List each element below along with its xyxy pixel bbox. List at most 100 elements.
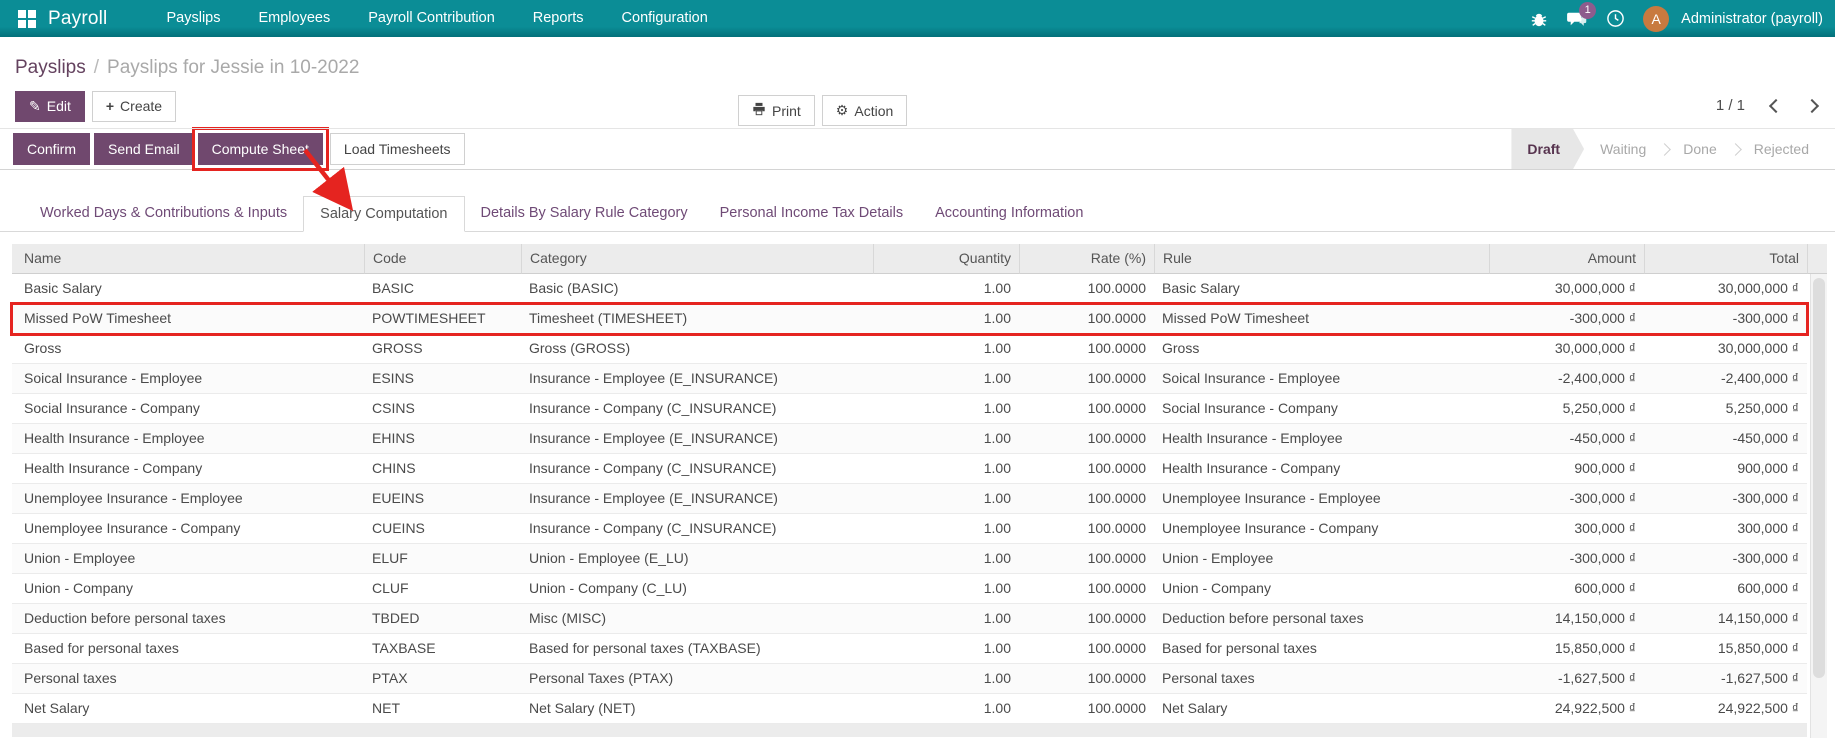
cell-amount[interactable]: 15,850,000 ₫ xyxy=(1489,634,1644,663)
column-header-category[interactable]: Category xyxy=(521,244,873,274)
cell-amount[interactable]: -450,000 ₫ xyxy=(1489,424,1644,453)
cell-rule[interactable]: Missed PoW Timesheet xyxy=(1154,304,1489,333)
create-button[interactable]: + Create xyxy=(91,90,177,122)
cell-total[interactable]: 15,850,000 ₫ xyxy=(1644,634,1807,663)
cell-category[interactable]: Insurance - Employee (E_INSURANCE) xyxy=(521,484,873,513)
cell-quantity[interactable]: 1.00 xyxy=(873,394,1019,423)
table-row[interactable]: Based for personal taxes TAXBASE Based f… xyxy=(12,634,1807,664)
column-header-total[interactable]: Total xyxy=(1644,244,1807,274)
cell-total[interactable]: 14,150,000 ₫ xyxy=(1644,604,1807,633)
worked-days-contributions-inputs-tab[interactable]: Worked Days & Contributions & Inputs xyxy=(24,196,303,231)
state-done[interactable]: Done xyxy=(1667,129,1732,169)
cell-rule[interactable]: Based for personal taxes xyxy=(1154,634,1489,663)
cell-code[interactable]: CHINS xyxy=(364,454,521,483)
cell-category[interactable]: Timesheet (TIMESHEET) xyxy=(521,304,873,333)
cell-category[interactable]: Union - Company (C_LU) xyxy=(521,574,873,603)
cell-code[interactable]: PTAX xyxy=(364,664,521,693)
pager-next-icon[interactable] xyxy=(1804,98,1820,113)
cell-total[interactable]: 300,000 ₫ xyxy=(1644,514,1807,543)
table-row[interactable]: Health Insurance - Company CHINS Insuran… xyxy=(12,454,1807,484)
menu-item-payslips[interactable]: Payslips xyxy=(147,0,239,37)
column-header-name[interactable]: Name xyxy=(12,244,364,274)
cell-amount[interactable]: 900,000 ₫ xyxy=(1489,454,1644,483)
personal-income-tax-details-tab[interactable]: Personal Income Tax Details xyxy=(704,196,920,231)
cell-rule[interactable]: Soical Insurance - Employee xyxy=(1154,364,1489,393)
cell-amount[interactable]: -300,000 ₫ xyxy=(1489,544,1644,573)
cell-quantity[interactable]: 1.00 xyxy=(873,304,1019,333)
cell-quantity[interactable]: 1.00 xyxy=(873,694,1019,723)
cell-name[interactable]: Missed PoW Timesheet xyxy=(12,304,364,333)
details-by-salary-rule-category-tab[interactable]: Details By Salary Rule Category xyxy=(465,196,704,231)
cell-name[interactable]: Union - Company xyxy=(12,574,364,603)
cell-rate[interactable]: 100.0000 xyxy=(1019,274,1154,303)
cell-total[interactable]: 30,000,000 ₫ xyxy=(1644,274,1807,303)
cell-amount[interactable]: 600,000 ₫ xyxy=(1489,574,1644,603)
cell-code[interactable]: TBDED xyxy=(364,604,521,633)
cell-name[interactable]: Unemployee Insurance - Company xyxy=(12,514,364,543)
cell-category[interactable]: Misc (MISC) xyxy=(521,604,873,633)
pager-previous-icon[interactable] xyxy=(1768,98,1784,113)
state-waiting[interactable]: Waiting xyxy=(1584,129,1662,169)
cell-amount[interactable]: 14,150,000 ₫ xyxy=(1489,604,1644,633)
cell-total[interactable]: -300,000 ₫ xyxy=(1644,484,1807,513)
cell-name[interactable]: Soical Insurance - Employee xyxy=(12,364,364,393)
cell-rule[interactable]: Personal taxes xyxy=(1154,664,1489,693)
cell-quantity[interactable]: 1.00 xyxy=(873,514,1019,543)
cell-rule[interactable]: Union - Company xyxy=(1154,574,1489,603)
cell-code[interactable]: ELUF xyxy=(364,544,521,573)
column-header-quantity[interactable]: Quantity xyxy=(873,244,1019,274)
cell-rule[interactable]: Health Insurance - Company xyxy=(1154,454,1489,483)
cell-category[interactable]: Net Salary (NET) xyxy=(521,694,873,723)
cell-name[interactable]: Personal taxes xyxy=(12,664,364,693)
cell-quantity[interactable]: 1.00 xyxy=(873,364,1019,393)
edit-button[interactable]: ✎ Edit xyxy=(15,90,85,122)
cell-code[interactable]: POWTIMESHEET xyxy=(364,304,521,333)
cell-name[interactable]: Union - Employee xyxy=(12,544,364,573)
confirm-button[interactable]: Confirm xyxy=(13,133,91,165)
cell-code[interactable]: EUEINS xyxy=(364,484,521,513)
cell-name[interactable]: Based for personal taxes xyxy=(12,634,364,663)
menu-item-employees[interactable]: Employees xyxy=(239,0,349,37)
table-row[interactable]: Soical Insurance - Employee ESINS Insura… xyxy=(12,364,1807,394)
cell-rate[interactable]: 100.0000 xyxy=(1019,484,1154,513)
cell-total[interactable]: 600,000 ₫ xyxy=(1644,574,1807,603)
cell-code[interactable]: TAXBASE xyxy=(364,634,521,663)
cell-quantity[interactable]: 1.00 xyxy=(873,334,1019,363)
cell-rate[interactable]: 100.0000 xyxy=(1019,664,1154,693)
scrollbar-thumb[interactable] xyxy=(1813,278,1825,678)
column-header-rule[interactable]: Rule xyxy=(1154,244,1489,274)
cell-rate[interactable]: 100.0000 xyxy=(1019,424,1154,453)
cell-category[interactable]: Basic (BASIC) xyxy=(521,274,873,303)
cell-quantity[interactable]: 1.00 xyxy=(873,544,1019,573)
cell-quantity[interactable]: 1.00 xyxy=(873,634,1019,663)
cell-total[interactable]: -300,000 ₫ xyxy=(1644,544,1807,573)
cell-amount[interactable]: 24,922,500 ₫ xyxy=(1489,694,1644,723)
table-row[interactable]: Basic Salary BASIC Basic (BASIC) 1.00 10… xyxy=(12,274,1807,304)
print-button[interactable]: Print xyxy=(738,95,815,126)
cell-rate[interactable]: 100.0000 xyxy=(1019,604,1154,633)
cell-total[interactable]: -300,000 ₫ xyxy=(1644,304,1807,333)
cell-rule[interactable]: Net Salary xyxy=(1154,694,1489,723)
cell-name[interactable]: Social Insurance - Company xyxy=(12,394,364,423)
cell-name[interactable]: Basic Salary xyxy=(12,274,364,303)
cell-quantity[interactable]: 1.00 xyxy=(873,424,1019,453)
cell-rule[interactable]: Deduction before personal taxes xyxy=(1154,604,1489,633)
cell-total[interactable]: 900,000 ₫ xyxy=(1644,454,1807,483)
cell-code[interactable]: EHINS xyxy=(364,424,521,453)
cell-rate[interactable]: 100.0000 xyxy=(1019,634,1154,663)
cell-quantity[interactable]: 1.00 xyxy=(873,454,1019,483)
cell-category[interactable]: Insurance - Company (C_INSURANCE) xyxy=(521,394,873,423)
activity-clock-icon[interactable] xyxy=(1605,9,1625,29)
cell-name[interactable]: Unemployee Insurance - Employee xyxy=(12,484,364,513)
cell-total[interactable]: -2,400,000 ₫ xyxy=(1644,364,1807,393)
cell-name[interactable]: Deduction before personal taxes xyxy=(12,604,364,633)
cell-name[interactable]: Health Insurance - Company xyxy=(12,454,364,483)
cell-quantity[interactable]: 1.00 xyxy=(873,604,1019,633)
cell-rate[interactable]: 100.0000 xyxy=(1019,694,1154,723)
cell-category[interactable]: Personal Taxes (PTAX) xyxy=(521,664,873,693)
menu-item-reports[interactable]: Reports xyxy=(514,0,603,37)
breadcrumb-parent-link[interactable]: Payslips xyxy=(15,57,86,79)
cell-category[interactable]: Insurance - Company (C_INSURANCE) xyxy=(521,454,873,483)
action-button[interactable]: ⚙ Action xyxy=(821,95,908,126)
cell-code[interactable]: CLUF xyxy=(364,574,521,603)
